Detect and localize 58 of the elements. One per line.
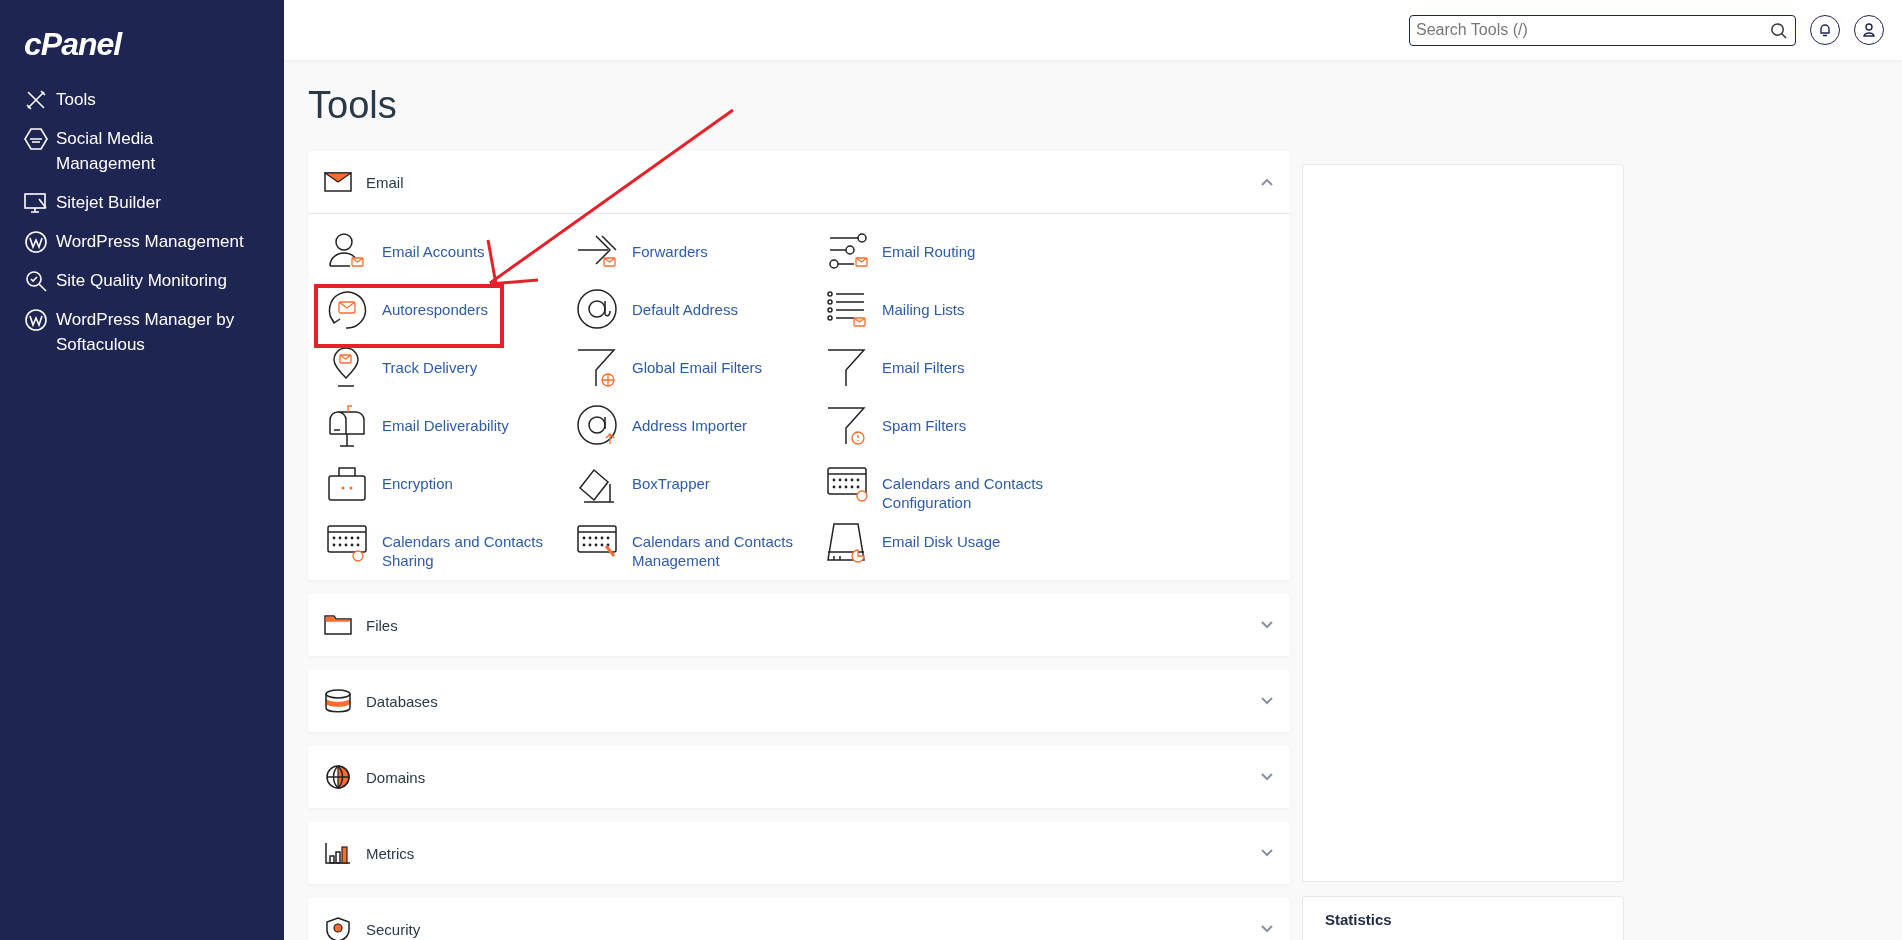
notifications-button[interactable] <box>1810 15 1840 45</box>
folder-icon <box>324 613 352 637</box>
tool-link[interactable]: BoxTrapper <box>576 460 710 510</box>
chevron-down-icon[interactable] <box>1260 696 1274 706</box>
wordpress-icon <box>24 308 48 332</box>
sidebar-item[interactable]: WordPress Management <box>56 229 244 254</box>
tool-link[interactable]: Email Filters <box>826 344 965 394</box>
tool-link[interactable]: Autoresponders <box>326 286 488 336</box>
user-icon <box>1861 22 1877 38</box>
magnifier-check-icon <box>24 269 48 293</box>
sidebar-item[interactable]: Social Media Management <box>56 126 246 176</box>
bar-chart-icon <box>324 841 352 865</box>
tool-link[interactable]: Address Importer <box>576 402 748 452</box>
sidebar-item[interactable]: Sitejet Builder <box>56 190 161 215</box>
tool-link[interactable]: Global Email Filters <box>576 344 763 394</box>
tool-link[interactable]: Forwarders <box>576 228 708 278</box>
section-title[interactable]: Files <box>366 616 1246 634</box>
chevron-down-icon[interactable] <box>1260 924 1274 934</box>
tool-link[interactable]: Track Delivery <box>326 344 478 394</box>
tool-link[interactable]: Email Disk Usage <box>826 518 1001 568</box>
tool-link[interactable]: Calendars and Contacts Configuration <box>826 460 1066 510</box>
logo[interactable]: cPanel <box>24 26 122 63</box>
chevron-down-icon[interactable] <box>1260 620 1274 630</box>
user-button[interactable] <box>1854 15 1884 45</box>
globe-icon <box>324 765 352 789</box>
chevron-down-icon[interactable] <box>1260 848 1274 858</box>
page-title: Tools <box>308 84 398 127</box>
sidebar-item[interactable]: Tools <box>56 87 96 112</box>
section-title[interactable]: Email <box>366 173 1246 191</box>
chevron-down-icon[interactable] <box>1260 772 1274 782</box>
tool-link[interactable]: Calendars and Contacts Sharing <box>326 518 566 568</box>
section-title[interactable]: Domains <box>366 768 1246 786</box>
tool-link[interactable]: Email Deliverability <box>326 402 509 452</box>
sidebar-item[interactable]: WordPress Manager by Softaculous <box>56 307 246 357</box>
section-title[interactable]: Databases <box>366 692 1246 710</box>
sidebar-item[interactable]: Site Quality Monitoring <box>56 268 228 293</box>
at-sign-icon <box>576 288 620 332</box>
tool-link[interactable]: Email Routing <box>826 228 976 278</box>
tool-link[interactable]: Calendars and Contacts Management <box>576 518 816 568</box>
chevron-up-icon[interactable] <box>1260 177 1274 187</box>
tool-link[interactable]: Mailing Lists <box>826 286 965 336</box>
section-title[interactable]: Security <box>366 920 1246 938</box>
hexagon-icon <box>24 127 48 151</box>
tool-link[interactable]: Default Address <box>576 286 738 336</box>
tool-link[interactable]: Spam Filters <box>826 402 967 452</box>
wordpress-icon <box>24 230 48 254</box>
search-icon <box>1770 21 1787 39</box>
search-field[interactable]: Search Tools (/) <box>1409 14 1796 46</box>
envelope-icon <box>324 170 352 194</box>
crossed-tools-icon <box>24 88 48 112</box>
section-title[interactable]: Metrics <box>366 844 1246 862</box>
database-icon <box>324 689 352 713</box>
monitor-pen-icon <box>24 191 48 215</box>
statistics-title: Statistics <box>1325 911 1392 928</box>
bell-icon <box>1817 22 1833 38</box>
shield-icon <box>324 917 352 940</box>
tool-link[interactable]: Encryption <box>326 460 453 510</box>
tool-link[interactable]: Email Accounts <box>326 228 485 278</box>
